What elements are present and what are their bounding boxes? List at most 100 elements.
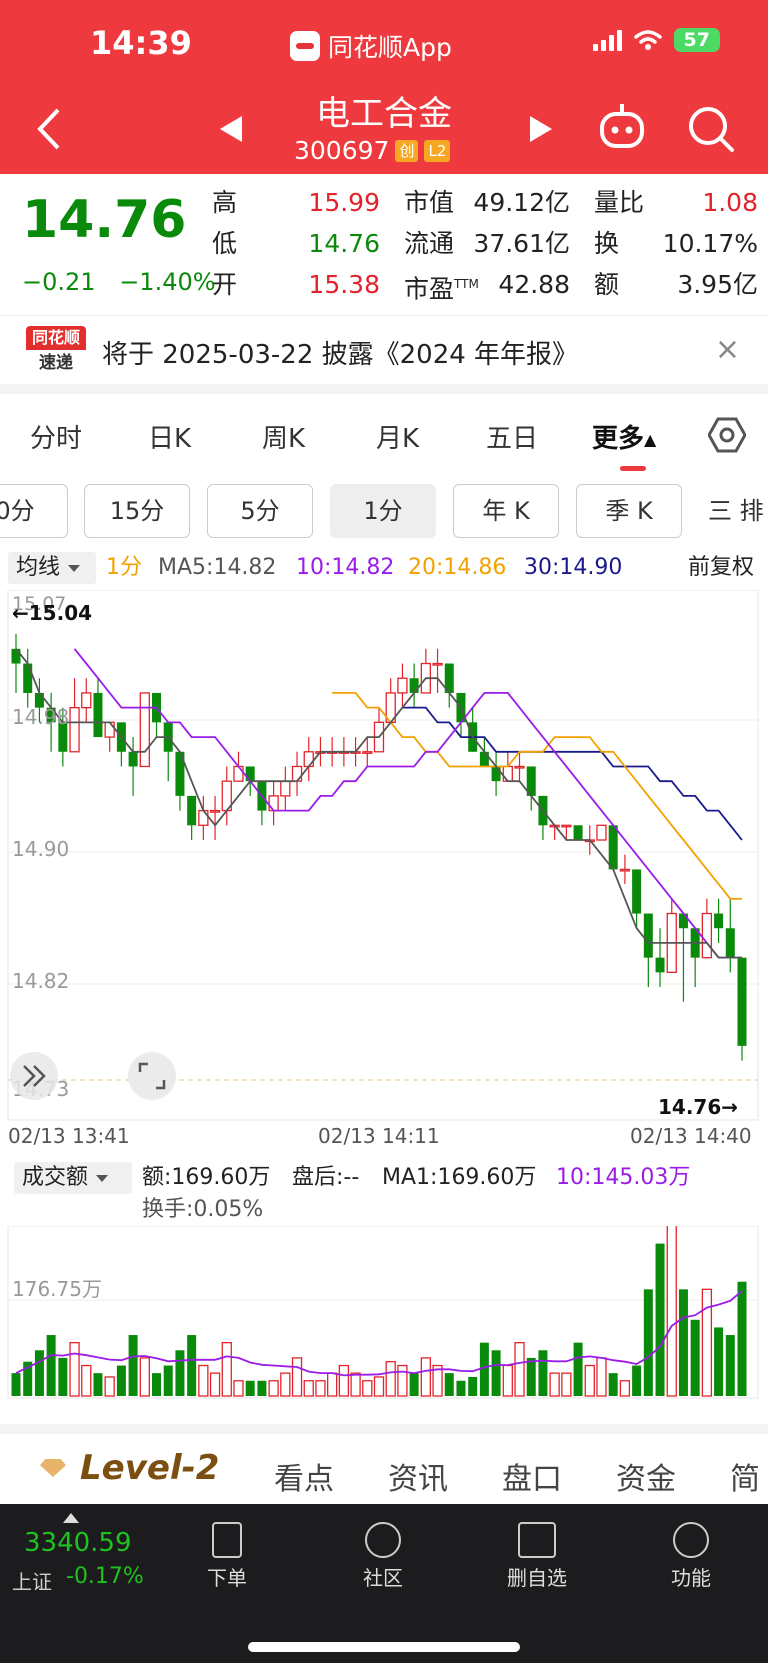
chip-1min[interactable]: 1分	[330, 484, 436, 538]
amt-value: 3.95亿	[677, 270, 758, 299]
tab-daily[interactable]: 日K	[148, 418, 191, 455]
tab-orderbook[interactable]: 盘口	[502, 1454, 562, 1498]
candle-body	[362, 751, 373, 754]
candle-body	[187, 795, 197, 826]
volume-bar	[725, 1335, 735, 1396]
high-label: 高	[212, 188, 238, 217]
caret-up-icon: ▲	[644, 430, 657, 449]
ma20-line	[332, 692, 742, 900]
community-button[interactable]: 社区	[338, 1522, 428, 1591]
volume-bar	[350, 1372, 361, 1397]
candle-body	[714, 913, 724, 929]
candles-layer	[11, 634, 747, 1061]
volume-bars-layer	[11, 1226, 747, 1397]
volume-bar	[46, 1335, 56, 1396]
volume-bar	[538, 1350, 548, 1396]
next-stock-icon[interactable]	[528, 114, 554, 144]
volume-selector[interactable]: 成交额	[14, 1162, 132, 1194]
index-value[interactable]: 3340.59	[24, 1528, 132, 1558]
tab-brief[interactable]: 简	[730, 1454, 760, 1498]
tab-highlights[interactable]: 看点	[274, 1454, 334, 1498]
volume-header: 成交额 额:169.60万 盘后:-- MA1:169.60万 10:145.0…	[0, 1160, 768, 1226]
volume-selector-label: 成交额	[22, 1165, 89, 1190]
stock-name: 电工合金	[316, 94, 452, 134]
after-hours: 盘后:--	[292, 1165, 360, 1190]
mcap-label: 市值	[404, 188, 455, 217]
quote-panel: 14.76 −0.21 −1.40% 高 15.99 低 14.76 开 15.38 …	[0, 174, 768, 316]
ma20-value: 20:14.86	[408, 555, 507, 580]
candle-body	[69, 706, 80, 753]
robot-assistant-icon[interactable]	[596, 100, 648, 152]
tab-intraday[interactable]: 分时	[30, 418, 82, 455]
amt-label: 额	[594, 270, 620, 299]
search-icon[interactable]	[686, 104, 736, 154]
ma-selector[interactable]: 均线	[8, 552, 96, 584]
fullscreen-icon[interactable]	[128, 1052, 176, 1100]
volume-bar	[221, 1342, 232, 1397]
stock-code-row: 300697 创 L2	[294, 136, 451, 165]
candle-body	[409, 678, 419, 693]
price-change: −0.21 −1.40%	[22, 268, 216, 296]
chip-minutes-partial[interactable]: 0分	[0, 484, 68, 538]
volume-bar	[678, 1289, 688, 1396]
tab-five-day[interactable]: 五日	[486, 418, 538, 455]
index-name: 上证	[12, 1570, 52, 1594]
expand-icon[interactable]	[10, 1052, 58, 1100]
period-tabs: 分时 日K 周K 月K 五日 更多▲	[0, 404, 768, 476]
volume-bar	[268, 1380, 279, 1397]
float-value: 37.61亿	[473, 229, 570, 258]
chip-yearly[interactable]: 年 K	[453, 484, 559, 538]
tab-weekly[interactable]: 周K	[262, 418, 305, 455]
pe-sup: TTM	[454, 277, 479, 291]
open-value: 15.38	[308, 270, 380, 299]
chip-sort[interactable]: 三 排	[708, 484, 764, 538]
minus-icon	[518, 1522, 556, 1558]
volume-bar	[584, 1364, 595, 1397]
x-label-2: 02/13 14:11	[318, 1124, 440, 1148]
settings-icon[interactable]	[708, 416, 746, 454]
functions-label: 功能	[671, 1566, 711, 1590]
functions-button[interactable]: 功能	[646, 1522, 736, 1591]
volume-bar	[139, 1357, 150, 1397]
tab-funds[interactable]: 资金	[616, 1454, 676, 1498]
content-tabs: Level-2 看点 资讯 盘口 资金 简	[0, 1424, 768, 1504]
remove-watchlist-button[interactable]: 删自选	[492, 1522, 582, 1591]
candle-body	[619, 868, 631, 872]
candle-body	[81, 692, 92, 709]
volume-chart[interactable]: 176.75万	[0, 1226, 768, 1402]
volume-bar	[69, 1342, 80, 1397]
notice-text: 将于 2025-03-22 披露《2024 年年报》	[102, 340, 579, 370]
kline-chart[interactable]: 15.07 ←15.04 14.98 14.90 14.82 14.73 14.…	[0, 590, 768, 1150]
stock-code: 300697	[294, 136, 390, 165]
last-price: 14.76	[22, 190, 187, 250]
chip-quarterly[interactable]: 季 K	[576, 484, 682, 538]
tab-monthly[interactable]: 月K	[376, 418, 419, 455]
tab-more[interactable]: 更多▲	[592, 418, 657, 471]
close-icon[interactable]: ×	[715, 332, 740, 367]
tab-news[interactable]: 资讯	[388, 1454, 448, 1498]
chip-15min[interactable]: 15分	[84, 484, 190, 538]
volume-bar	[596, 1357, 607, 1397]
wifi-icon	[633, 30, 662, 50]
candle-body	[268, 795, 279, 812]
interval-chips: 0分 15分 5分 1分 年 K 季 K 三 排	[0, 484, 768, 540]
volume-bar	[338, 1364, 350, 1397]
order-label: 下单	[207, 1566, 247, 1590]
order-button[interactable]: 下单	[182, 1522, 272, 1591]
volume-bar	[81, 1364, 92, 1397]
ma-selector-label: 均线	[16, 555, 61, 580]
volume-bar	[327, 1372, 338, 1397]
adjust-mode[interactable]: 前复权	[688, 550, 754, 586]
express-logo: 同花顺 速递	[26, 326, 86, 378]
chip-5min[interactable]: 5分	[207, 484, 313, 538]
express-logo-top: 同花顺	[26, 326, 86, 350]
candle-body	[737, 957, 747, 1046]
volume-turnover: 换手:0.05%	[142, 1197, 264, 1222]
low-label: 低	[212, 229, 238, 258]
candle-body	[93, 692, 103, 738]
turn-label: 换	[594, 229, 620, 258]
tab-level2[interactable]: Level-2	[40, 1448, 219, 1488]
tab-more-label: 更多	[592, 424, 645, 454]
candle-body	[491, 766, 501, 782]
notice-bar[interactable]: 同花顺 速递 将于 2025-03-22 披露《2024 年年报》 ×	[0, 318, 768, 394]
